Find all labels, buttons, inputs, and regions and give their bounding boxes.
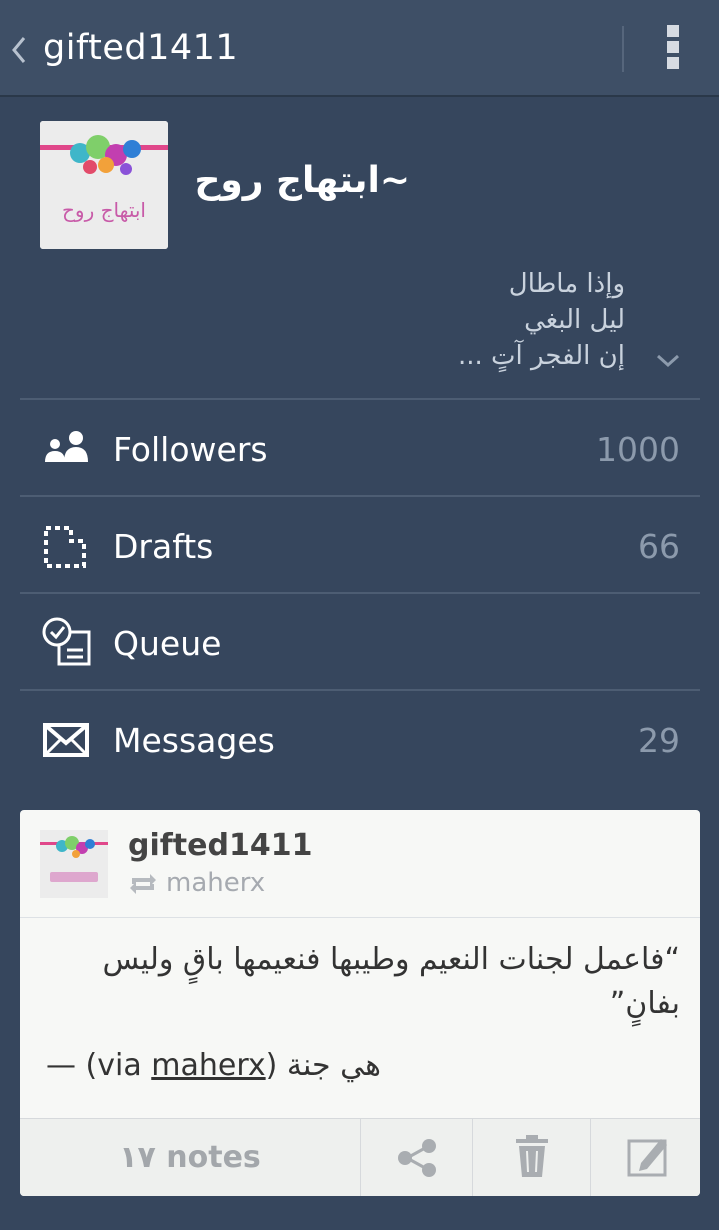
menu-label: Followers: [113, 430, 268, 469]
queue-row[interactable]: Queue: [20, 592, 700, 689]
edit-icon: [627, 1139, 667, 1177]
source-link[interactable]: maherx: [151, 1048, 265, 1083]
post-avatar[interactable]: [40, 830, 108, 898]
quote-text: “فاعمل لجنات النعيم وطيبها فنعيمها باقٍ …: [102, 942, 680, 1021]
blog-title: ~ابتهاج روح: [194, 160, 410, 201]
blog-avatar[interactable]: ابتهاج روح: [40, 121, 168, 249]
expand-chevron-icon[interactable]: [654, 352, 682, 374]
reblog-icon: [130, 873, 156, 894]
mail-icon: [43, 723, 89, 761]
share-button[interactable]: [360, 1119, 472, 1196]
delete-button[interactable]: [472, 1119, 590, 1196]
followers-count: 1000: [596, 430, 680, 469]
action-bar-divider: [622, 26, 624, 72]
source-suffix: ) هي جنة: [265, 1048, 381, 1083]
messages-row[interactable]: Messages 29: [20, 689, 700, 786]
menu-label: Queue: [113, 624, 222, 663]
quote-source: — (via maherx) هي جنة: [46, 1048, 381, 1083]
edit-button[interactable]: [590, 1119, 700, 1196]
reblog-source-name: maherx: [166, 868, 266, 898]
back-chevron-icon[interactable]: [10, 30, 28, 74]
blog-name-title[interactable]: gifted1411: [43, 28, 238, 68]
queue-icon: [41, 616, 93, 672]
followers-row[interactable]: Followers 1000: [20, 398, 700, 495]
post-footer: ١٧ notes: [20, 1118, 700, 1196]
followers-icon: [43, 428, 89, 472]
messages-count: 29: [638, 721, 680, 760]
avatar-logo-text: ابتهاج روح: [62, 198, 146, 222]
source-prefix: — (via: [46, 1048, 152, 1083]
overflow-menu-icon[interactable]: [660, 25, 686, 77]
menu-label: Messages: [113, 721, 275, 760]
action-bar: gifted1411: [0, 0, 719, 97]
drafts-icon: [43, 525, 87, 573]
post-card: gifted1411 maherx “فاعمل لجنات النعيم وط…: [20, 810, 700, 1196]
share-icon: [398, 1139, 436, 1177]
drafts-count: 66: [638, 527, 680, 566]
description-line: ليل البغي: [524, 305, 625, 335]
post-username[interactable]: gifted1411: [128, 828, 312, 863]
blog-description: وإذا ماطال ليل البغي إن الفجر آتٍ ...: [305, 266, 625, 374]
post-header: gifted1411 maherx: [20, 810, 700, 918]
trash-icon: [516, 1135, 548, 1177]
drafts-row[interactable]: Drafts 66: [20, 495, 700, 592]
notes-count[interactable]: ١٧ notes: [20, 1119, 360, 1196]
description-line: وإذا ماطال: [508, 269, 625, 299]
description-line: إن الفجر آتٍ ...: [457, 341, 625, 371]
menu-label: Drafts: [113, 527, 214, 566]
reblog-source[interactable]: maherx: [128, 868, 265, 898]
